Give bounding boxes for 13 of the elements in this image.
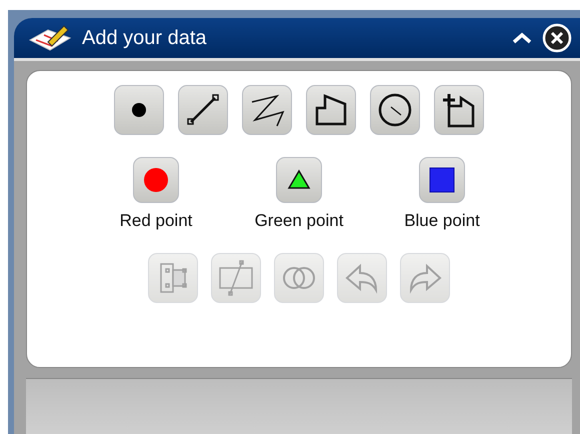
- point-label: Red point: [120, 211, 192, 231]
- close-icon[interactable]: [542, 23, 572, 53]
- draw-tool-button[interactable]: [370, 85, 420, 135]
- draw-tool-button[interactable]: [306, 85, 356, 135]
- point-label: Blue point: [404, 211, 480, 231]
- draw-tool-button[interactable]: [242, 85, 292, 135]
- draw-tool-button[interactable]: [114, 85, 164, 135]
- point-style-button[interactable]: [419, 157, 465, 203]
- draw-tool-button[interactable]: [178, 85, 228, 135]
- draw-tool-button[interactable]: [434, 85, 484, 135]
- point-style-button[interactable]: [276, 157, 322, 203]
- point-label: Green point: [254, 211, 344, 231]
- window-title: Add your data: [82, 26, 208, 50]
